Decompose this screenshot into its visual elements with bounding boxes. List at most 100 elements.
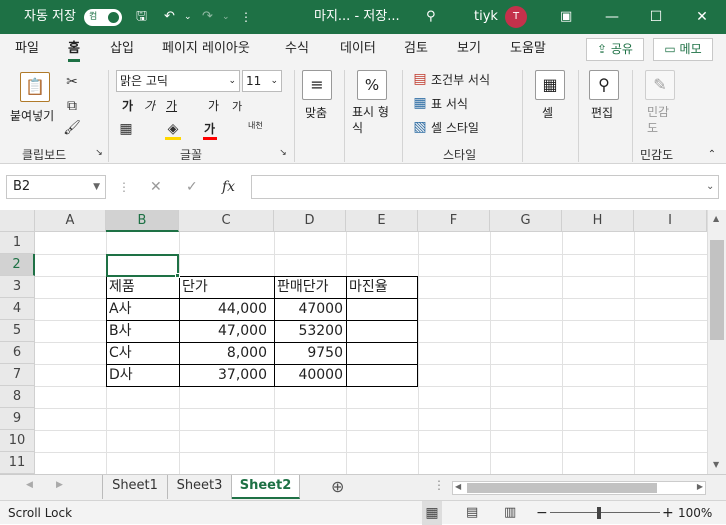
cell-b7[interactable]: D사	[106, 364, 179, 386]
undo-icon[interactable]: ↶	[164, 0, 175, 34]
conditional-formatting-button[interactable]: 조건부 서식	[431, 71, 490, 88]
cell-d3[interactable]: 판매단가	[274, 276, 346, 298]
vertical-scrollbar[interactable]: ▲ ▼	[707, 210, 726, 474]
paste-icon[interactable]: 📋	[20, 72, 50, 102]
cells-button[interactable]: 셀	[542, 104, 553, 121]
clipboard-launcher-icon[interactable]: ↘	[94, 148, 104, 158]
row-header-5[interactable]: 5	[0, 320, 35, 342]
font-color-button[interactable]: 가	[204, 120, 215, 137]
border-icon[interactable]: ▦	[118, 121, 134, 137]
save-icon[interactable]: 🖫	[136, 0, 147, 34]
share-button[interactable]: ⇪ 공유	[586, 38, 644, 61]
tab-page-layout[interactable]: 페이지 레이아웃	[162, 34, 250, 64]
alignment-icon[interactable]: ≡	[302, 70, 332, 100]
document-title[interactable]: 마지... - 저장...	[314, 0, 400, 34]
cell-b4[interactable]: A사	[106, 298, 179, 320]
font-launcher-icon[interactable]: ↘	[278, 148, 288, 158]
column-header-d[interactable]: D	[274, 210, 346, 232]
cell-d5[interactable]: 53200	[274, 320, 346, 342]
next-sheet-icon[interactable]: ▶	[56, 480, 63, 490]
ribbon-display-icon[interactable]: ▣	[560, 0, 572, 34]
cell-e5[interactable]	[346, 320, 418, 342]
scroll-down-icon[interactable]: ▼	[713, 460, 719, 469]
collapse-ribbon-icon[interactable]: ⌃	[706, 148, 718, 160]
paste-button[interactable]: 붙여넣기	[10, 107, 54, 124]
active-cell-b2[interactable]	[106, 254, 179, 277]
row-header-6[interactable]: 6	[0, 342, 35, 364]
copy-icon[interactable]: ⧉	[62, 96, 82, 116]
column-header-c[interactable]: C	[179, 210, 274, 232]
maximize-button[interactable]: ☐	[634, 0, 678, 34]
cell-c3[interactable]: 단가	[179, 276, 274, 298]
format-as-table-button[interactable]: 표 서식	[431, 95, 468, 112]
font-name-select[interactable]: 맑은 고딕 ⌄	[116, 70, 240, 92]
cell-e6[interactable]	[346, 342, 418, 364]
formula-input[interactable]	[251, 175, 719, 199]
cell-styles-button[interactable]: 셀 스타일	[431, 119, 479, 136]
underline-button[interactable]: 가	[166, 97, 177, 114]
autosave-toggle[interactable]: 컴	[84, 9, 122, 26]
phonetic-button[interactable]: 내천	[248, 121, 264, 130]
cell-b3[interactable]: 제품	[106, 276, 179, 298]
comments-button[interactable]: ▭ 메모	[653, 38, 713, 61]
avatar[interactable]: T	[505, 6, 527, 28]
undo-dropdown-icon[interactable]: ⌄	[184, 0, 192, 34]
row-header-9[interactable]: 9	[0, 408, 35, 430]
column-header-h[interactable]: H	[562, 210, 634, 232]
sheet-tab-sheet1[interactable]: Sheet1	[102, 475, 168, 499]
scroll-right-icon[interactable]: ▶	[697, 482, 703, 491]
alignment-button[interactable]: 맞춤	[305, 104, 327, 121]
column-header-i[interactable]: I	[634, 210, 707, 232]
column-header-b[interactable]: B	[106, 210, 179, 232]
close-button[interactable]: ✕	[680, 0, 724, 34]
tab-review[interactable]: 검토	[404, 34, 428, 64]
redo-icon[interactable]: ↷	[202, 0, 213, 34]
tab-split-handle-icon[interactable]: ⋮	[433, 478, 445, 492]
cell-b5[interactable]: B사	[106, 320, 179, 342]
scroll-left-icon[interactable]: ◀	[455, 482, 461, 491]
add-sheet-icon[interactable]: ⊕	[331, 477, 344, 496]
cell-c6[interactable]: 8,000	[179, 342, 274, 364]
decrease-font-button[interactable]: 가	[232, 98, 242, 114]
cell-e7[interactable]	[346, 364, 418, 386]
font-size-select[interactable]: 11 ⌄	[242, 70, 282, 92]
tab-view[interactable]: 보기	[457, 34, 481, 64]
page-break-view-icon[interactable]: ▥	[504, 501, 516, 525]
row-header-11[interactable]: 11	[0, 452, 35, 474]
cell-d7[interactable]: 40000	[274, 364, 346, 386]
redo-dropdown-icon[interactable]: ⌄	[222, 0, 230, 34]
format-painter-icon[interactable]: 🖌	[62, 118, 82, 138]
normal-view-icon[interactable]: ▦	[422, 501, 442, 525]
row-header-4[interactable]: 4	[0, 298, 35, 320]
zoom-slider-thumb[interactable]	[597, 507, 601, 519]
editing-button[interactable]: 편집	[591, 104, 613, 121]
cell-c4[interactable]: 44,000	[179, 298, 274, 320]
name-box[interactable]: B2 ▼	[6, 175, 106, 199]
increase-font-button[interactable]: 가	[208, 97, 219, 114]
row-header-3[interactable]: 3	[0, 276, 35, 298]
enter-icon[interactable]: ✓	[186, 175, 198, 199]
sensitivity-button[interactable]: 민감도	[647, 104, 677, 136]
row-header-10[interactable]: 10	[0, 430, 35, 452]
cell-d6[interactable]: 9750	[274, 342, 346, 364]
cell-c7[interactable]: 37,000	[179, 364, 274, 386]
tab-home[interactable]: 홈	[68, 34, 80, 62]
fill-color-icon[interactable]: ◈	[164, 120, 182, 138]
number-format-button[interactable]: 표시 형식	[352, 104, 398, 136]
cell-c5[interactable]: 47,000	[179, 320, 274, 342]
horizontal-scroll-thumb[interactable]	[467, 483, 657, 493]
search-icon[interactable]: ⚲	[589, 70, 619, 100]
row-header-2[interactable]: 2	[0, 254, 35, 276]
zoom-in-icon[interactable]: +	[662, 501, 674, 525]
column-header-g[interactable]: G	[490, 210, 562, 232]
row-header-8[interactable]: 8	[0, 386, 35, 408]
horizontal-scrollbar[interactable]: ◀ ▶	[452, 481, 706, 495]
tab-formulas[interactable]: 수식	[285, 34, 309, 64]
row-header-1[interactable]: 1	[0, 232, 35, 254]
zoom-out-icon[interactable]: −	[536, 501, 548, 525]
row-header-7[interactable]: 7	[0, 364, 35, 386]
fill-handle[interactable]	[175, 273, 180, 278]
column-header-e[interactable]: E	[346, 210, 418, 232]
zoom-level[interactable]: 100%	[678, 501, 712, 525]
vertical-scroll-thumb[interactable]	[710, 240, 724, 340]
